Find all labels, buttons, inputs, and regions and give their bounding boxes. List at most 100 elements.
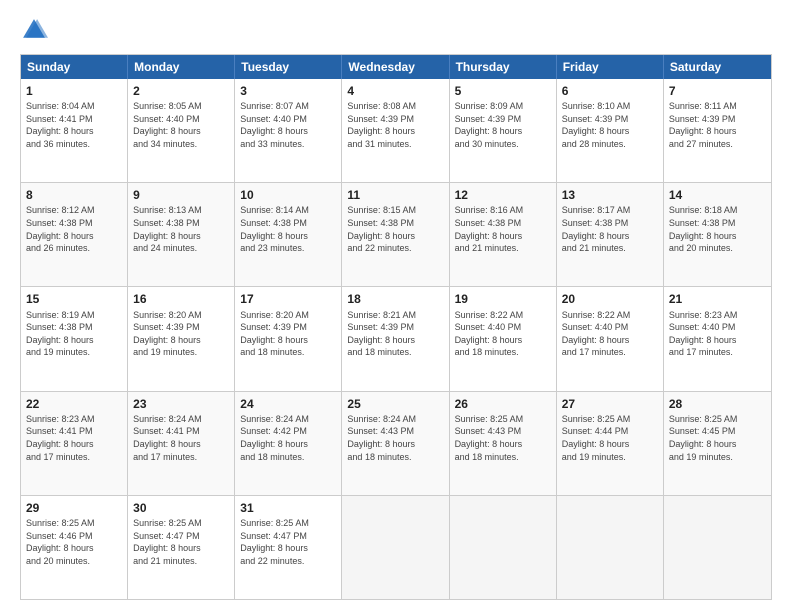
day-cell-7: 7Sunrise: 8:11 AMSunset: 4:39 PMDaylight… [664, 79, 771, 182]
day-cell-30: 30Sunrise: 8:25 AMSunset: 4:47 PMDayligh… [128, 496, 235, 599]
day-cell-31: 31Sunrise: 8:25 AMSunset: 4:47 PMDayligh… [235, 496, 342, 599]
header-day-saturday: Saturday [664, 55, 771, 79]
calendar-row-5: 29Sunrise: 8:25 AMSunset: 4:46 PMDayligh… [21, 495, 771, 599]
header [20, 16, 772, 44]
day-number: 6 [562, 83, 658, 99]
day-number: 5 [455, 83, 551, 99]
day-cell-28: 28Sunrise: 8:25 AMSunset: 4:45 PMDayligh… [664, 392, 771, 495]
day-info: Sunrise: 8:21 AMSunset: 4:39 PMDaylight:… [347, 309, 443, 359]
day-info: Sunrise: 8:23 AMSunset: 4:41 PMDaylight:… [26, 413, 122, 463]
day-cell-6: 6Sunrise: 8:10 AMSunset: 4:39 PMDaylight… [557, 79, 664, 182]
day-number: 30 [133, 500, 229, 516]
day-number: 31 [240, 500, 336, 516]
day-number: 15 [26, 291, 122, 307]
day-number: 23 [133, 396, 229, 412]
day-info: Sunrise: 8:15 AMSunset: 4:38 PMDaylight:… [347, 204, 443, 254]
calendar-row-2: 8Sunrise: 8:12 AMSunset: 4:38 PMDaylight… [21, 182, 771, 286]
day-number: 12 [455, 187, 551, 203]
day-number: 9 [133, 187, 229, 203]
day-cell-13: 13Sunrise: 8:17 AMSunset: 4:38 PMDayligh… [557, 183, 664, 286]
day-number: 1 [26, 83, 122, 99]
day-number: 19 [455, 291, 551, 307]
day-number: 14 [669, 187, 766, 203]
day-cell-27: 27Sunrise: 8:25 AMSunset: 4:44 PMDayligh… [557, 392, 664, 495]
day-info: Sunrise: 8:17 AMSunset: 4:38 PMDaylight:… [562, 204, 658, 254]
day-number: 18 [347, 291, 443, 307]
header-day-monday: Monday [128, 55, 235, 79]
header-day-wednesday: Wednesday [342, 55, 449, 79]
day-info: Sunrise: 8:24 AMSunset: 4:43 PMDaylight:… [347, 413, 443, 463]
day-info: Sunrise: 8:25 AMSunset: 4:47 PMDaylight:… [133, 517, 229, 567]
calendar-header: SundayMondayTuesdayWednesdayThursdayFrid… [21, 55, 771, 79]
day-cell-20: 20Sunrise: 8:22 AMSunset: 4:40 PMDayligh… [557, 287, 664, 390]
day-number: 3 [240, 83, 336, 99]
day-cell-21: 21 Sunrise: 8:23 AMSunset: 4:40 PMDayligh… [664, 287, 771, 390]
day-info: Sunrise: 8:04 AMSunset: 4:41 PMDaylight:… [26, 100, 122, 150]
calendar-row-4: 22Sunrise: 8:23 AMSunset: 4:41 PMDayligh… [21, 391, 771, 495]
empty-cell [664, 496, 771, 599]
logo-icon [20, 16, 48, 44]
day-info: Sunrise: 8:13 AMSunset: 4:38 PMDaylight:… [133, 204, 229, 254]
calendar-body: 1Sunrise: 8:04 AMSunset: 4:41 PMDaylight… [21, 79, 771, 599]
day-info: Sunrise: 8:10 AMSunset: 4:39 PMDaylight:… [562, 100, 658, 150]
day-number: 22 [26, 396, 122, 412]
page: SundayMondayTuesdayWednesdayThursdayFrid… [0, 0, 792, 612]
day-number: 28 [669, 396, 766, 412]
day-number: 13 [562, 187, 658, 203]
day-cell-3: 3Sunrise: 8:07 AMSunset: 4:40 PMDaylight… [235, 79, 342, 182]
day-number: 24 [240, 396, 336, 412]
day-cell-4: 4Sunrise: 8:08 AMSunset: 4:39 PMDaylight… [342, 79, 449, 182]
logo [20, 16, 52, 44]
day-cell-14: 14Sunrise: 8:18 AMSunset: 4:38 PMDayligh… [664, 183, 771, 286]
day-cell-19: 19 Sunrise: 8:22 AMSunset: 4:40 PMDayligh… [450, 287, 557, 390]
header-day-friday: Friday [557, 55, 664, 79]
day-cell-16: 16Sunrise: 8:20 AMSunset: 4:39 PMDayligh… [128, 287, 235, 390]
day-cell-8: 8Sunrise: 8:12 AMSunset: 4:38 PMDaylight… [21, 183, 128, 286]
empty-cell [450, 496, 557, 599]
day-number: 16 [133, 291, 229, 307]
day-cell-15: 15Sunrise: 8:19 AMSunset: 4:38 PMDayligh… [21, 287, 128, 390]
day-info: Sunrise: 8:09 AMSunset: 4:39 PMDaylight:… [455, 100, 551, 150]
header-day-sunday: Sunday [21, 55, 128, 79]
day-number: 11 [347, 187, 443, 203]
day-cell-1: 1Sunrise: 8:04 AMSunset: 4:41 PMDaylight… [21, 79, 128, 182]
day-number: 8 [26, 187, 122, 203]
day-info: Sunrise: 8:07 AMSunset: 4:40 PMDaylight:… [240, 100, 336, 150]
day-info: Sunrise: 8:16 AMSunset: 4:38 PMDaylight:… [455, 204, 551, 254]
day-cell-2: 2Sunrise: 8:05 AMSunset: 4:40 PMDaylight… [128, 79, 235, 182]
day-cell-24: 24Sunrise: 8:24 AMSunset: 4:42 PMDayligh… [235, 392, 342, 495]
day-cell-9: 9Sunrise: 8:13 AMSunset: 4:38 PMDaylight… [128, 183, 235, 286]
day-cell-12: 12Sunrise: 8:16 AMSunset: 4:38 PMDayligh… [450, 183, 557, 286]
day-number: 27 [562, 396, 658, 412]
day-info: Sunrise: 8:25 AMSunset: 4:43 PMDaylight:… [455, 413, 551, 463]
day-info: Sunrise: 8:22 AMSunset: 4:40 PMDaylight:… [455, 309, 551, 359]
day-cell-25: 25Sunrise: 8:24 AMSunset: 4:43 PMDayligh… [342, 392, 449, 495]
day-cell-5: 5Sunrise: 8:09 AMSunset: 4:39 PMDaylight… [450, 79, 557, 182]
day-info: Sunrise: 8:05 AMSunset: 4:40 PMDaylight:… [133, 100, 229, 150]
day-number: 2 [133, 83, 229, 99]
day-number: 25 [347, 396, 443, 412]
day-number: 21 [669, 291, 766, 307]
day-info: Sunrise: 8:25 AMSunset: 4:44 PMDaylight:… [562, 413, 658, 463]
day-cell-23: 23Sunrise: 8:24 AMSunset: 4:41 PMDayligh… [128, 392, 235, 495]
day-info: Sunrise: 8:25 AMSunset: 4:47 PMDaylight:… [240, 517, 336, 567]
day-number: 4 [347, 83, 443, 99]
calendar-row-1: 1Sunrise: 8:04 AMSunset: 4:41 PMDaylight… [21, 79, 771, 182]
day-info: Sunrise: 8:25 AMSunset: 4:46 PMDaylight:… [26, 517, 122, 567]
header-day-tuesday: Tuesday [235, 55, 342, 79]
day-info: Sunrise: 8:24 AMSunset: 4:42 PMDaylight:… [240, 413, 336, 463]
day-info: Sunrise: 8:12 AMSunset: 4:38 PMDaylight:… [26, 204, 122, 254]
day-cell-17: 17Sunrise: 8:20 AMSunset: 4:39 PMDayligh… [235, 287, 342, 390]
day-info: Sunrise: 8:22 AMSunset: 4:40 PMDaylight:… [562, 309, 658, 359]
day-info: Sunrise: 8:23 AMSunset: 4:40 PMDaylight:… [669, 309, 766, 359]
day-info: Sunrise: 8:24 AMSunset: 4:41 PMDaylight:… [133, 413, 229, 463]
calendar: SundayMondayTuesdayWednesdayThursdayFrid… [20, 54, 772, 600]
day-cell-10: 10Sunrise: 8:14 AMSunset: 4:38 PMDayligh… [235, 183, 342, 286]
empty-cell [557, 496, 664, 599]
day-number: 17 [240, 291, 336, 307]
day-number: 26 [455, 396, 551, 412]
header-day-thursday: Thursday [450, 55, 557, 79]
day-cell-22: 22Sunrise: 8:23 AMSunset: 4:41 PMDayligh… [21, 392, 128, 495]
day-cell-29: 29Sunrise: 8:25 AMSunset: 4:46 PMDayligh… [21, 496, 128, 599]
day-cell-26: 26Sunrise: 8:25 AMSunset: 4:43 PMDayligh… [450, 392, 557, 495]
